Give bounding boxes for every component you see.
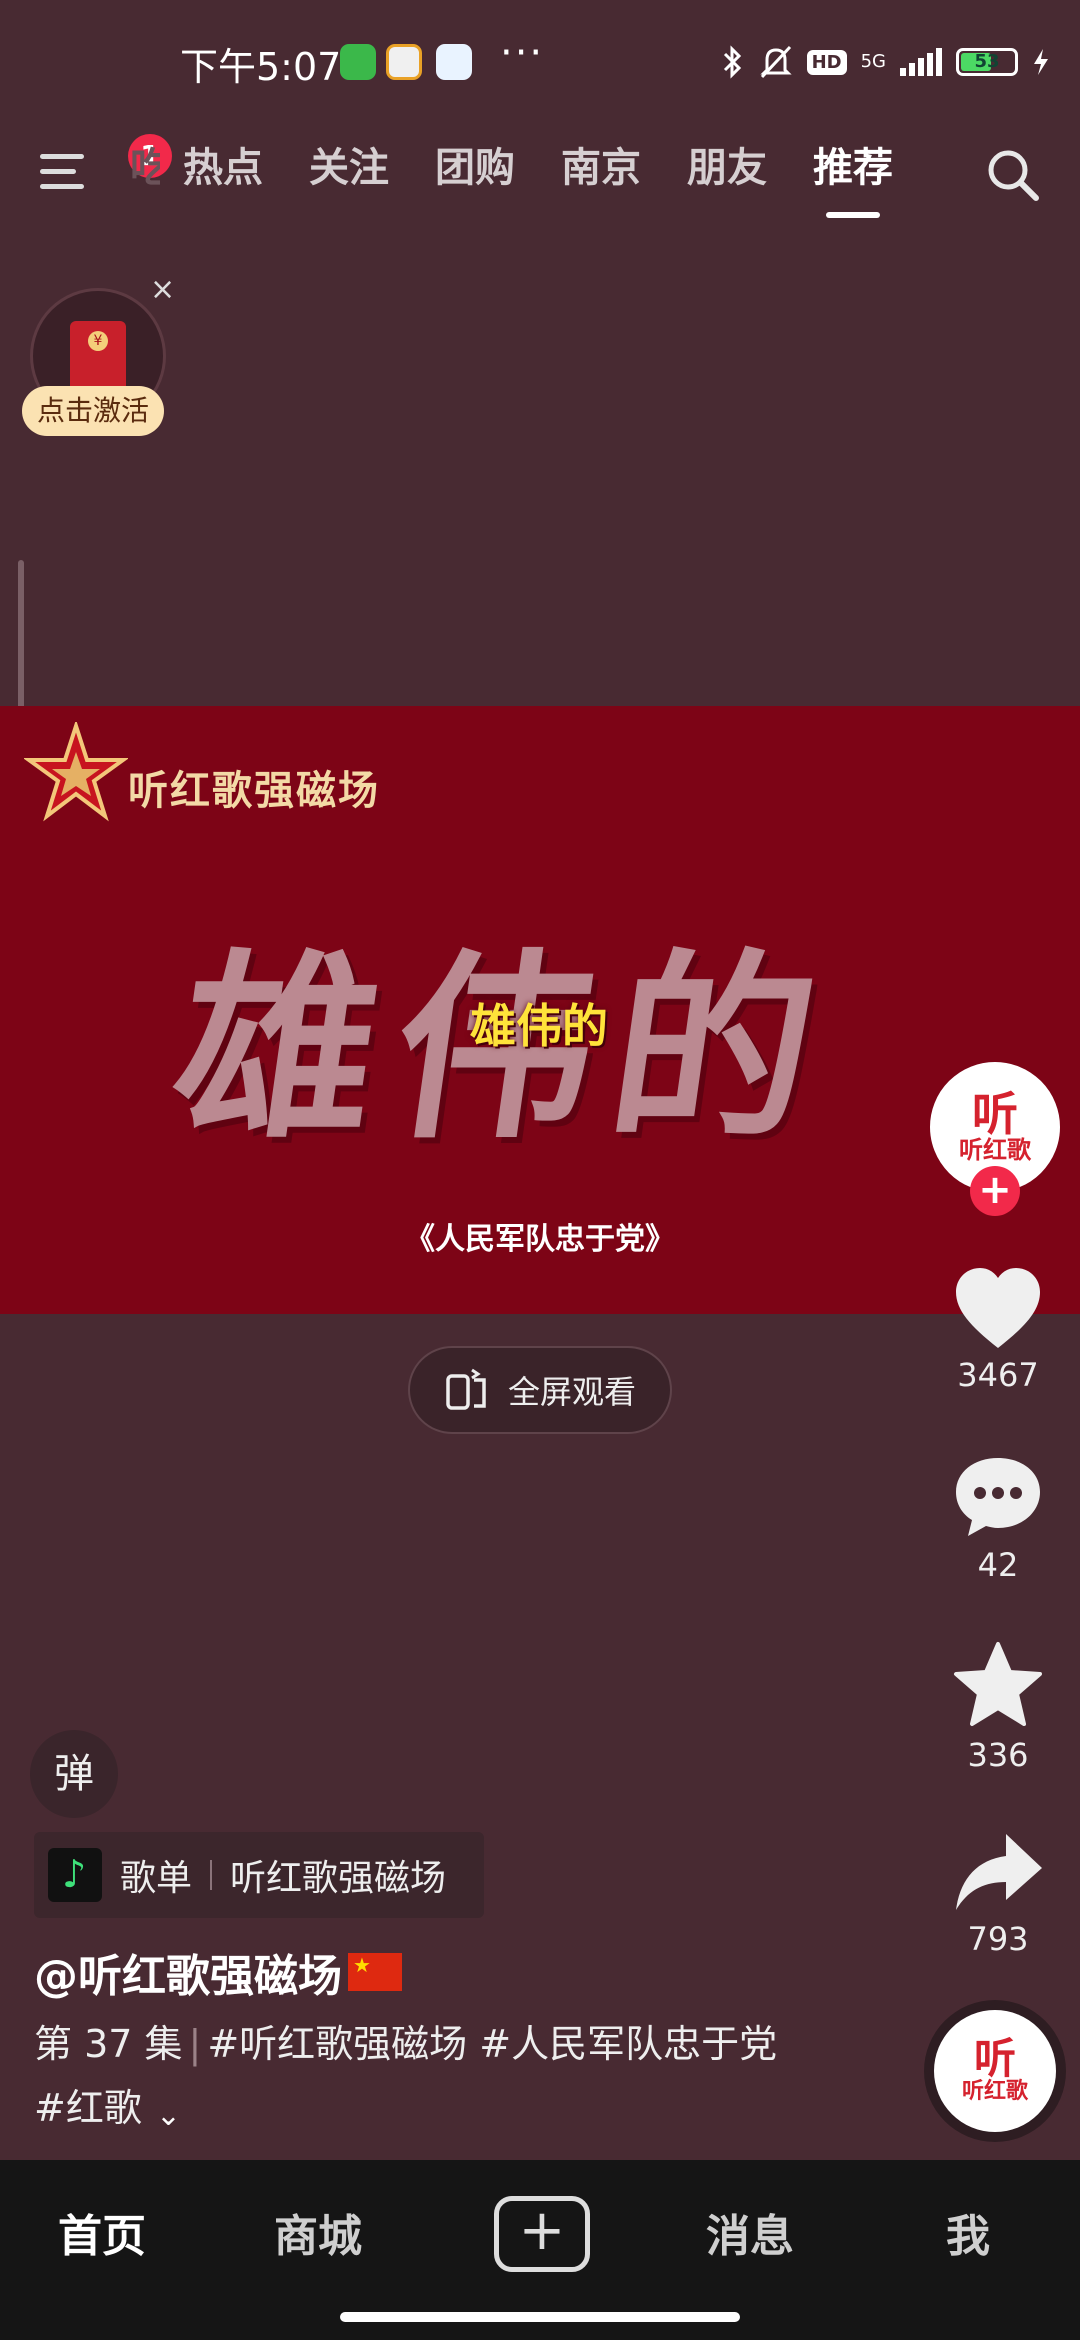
- china-flag-icon: [348, 1953, 402, 1991]
- tab-home[interactable]: 首页: [58, 2200, 146, 2264]
- comment-icon[interactable]: [950, 1452, 1046, 1542]
- battery-icon: 53: [956, 48, 1018, 76]
- 58-app-notification-icon: [386, 44, 422, 80]
- video-subtitle: 雄伟的: [470, 999, 608, 1053]
- episode-label: 第 37 集: [34, 2022, 183, 2066]
- playlist-label: 歌单: [120, 1858, 193, 1899]
- menu-icon-line: [40, 169, 76, 174]
- like-count: 3467: [957, 1356, 1039, 1394]
- share-count: 793: [967, 1920, 1029, 1958]
- comment-count: 42: [977, 1546, 1019, 1584]
- menu-button[interactable]: 1: [40, 134, 172, 198]
- expand-chevron-icon[interactable]: ⌄: [156, 2084, 181, 2148]
- menu-icon-line: [40, 184, 84, 189]
- activate-label: 点击激活: [22, 386, 164, 436]
- video-song-title: 《人民军队忠于党》: [405, 1222, 675, 1257]
- bluetooth-icon: [723, 45, 741, 79]
- more-notifications-icon: ···: [500, 30, 545, 76]
- favorite-count: 336: [967, 1736, 1029, 1774]
- battery-percent: 53: [974, 51, 1000, 72]
- like-heart-icon[interactable]: [950, 1264, 1046, 1354]
- favorite-star-icon[interactable]: [950, 1640, 1046, 1730]
- cloud-app-notification-icon: [436, 44, 472, 80]
- fullscreen-button[interactable]: 全屏观看: [408, 1346, 672, 1434]
- video-channel-watermark: 听红歌强磁场: [128, 768, 380, 814]
- close-icon[interactable]: ×: [150, 272, 175, 307]
- top-nav: 1 吃 热点 关注 团购 南京 朋友 推荐: [0, 120, 1080, 220]
- tab-mall[interactable]: 商城: [274, 2200, 362, 2264]
- create-button[interactable]: +: [494, 2196, 590, 2272]
- playlist-chip[interactable]: 歌单 听红歌强磁场: [34, 1832, 484, 1918]
- avatar-logo-text: 听红歌: [959, 1136, 1031, 1164]
- playlist-name: 听红歌强磁场: [230, 1858, 447, 1899]
- fullscreen-label: 全屏观看: [508, 1373, 637, 1411]
- status-bar: 下午5:07 ··· HD 5G 53: [0, 0, 1080, 120]
- charging-icon: [1034, 49, 1048, 75]
- search-icon[interactable]: [984, 146, 1040, 202]
- rotate-screen-icon: [446, 1368, 486, 1410]
- feed-scroll-indicator: [18, 560, 24, 720]
- hd-voice-icon: HD: [806, 49, 847, 75]
- wechat-notification-icon: [340, 44, 376, 80]
- danmaku-toggle[interactable]: 弹: [30, 1730, 118, 1818]
- video-player[interactable]: 听红歌强磁场 雄伟的 雄伟的 《人民军队忠于党》: [0, 706, 1080, 1314]
- music-note-icon: [48, 1848, 102, 1902]
- author-name[interactable]: @听红歌强磁场: [34, 1940, 402, 2004]
- tab-local[interactable]: 南京: [538, 128, 664, 208]
- tab-me[interactable]: 我: [946, 2200, 990, 2264]
- hashtags[interactable]: #听红歌强磁场 #人民军队忠于党: [207, 2022, 777, 2066]
- home-indicator: [340, 2312, 740, 2322]
- disc-logo-text: 听红歌: [961, 2079, 1028, 2104]
- network-type-label: 5G: [860, 51, 886, 72]
- tab-friends[interactable]: 朋友: [664, 128, 790, 208]
- tab-partial[interactable]: 吃: [130, 128, 160, 208]
- tab-recommended[interactable]: 推荐: [790, 128, 916, 218]
- share-arrow-icon[interactable]: [950, 1828, 1046, 1918]
- menu-icon-line: [40, 154, 84, 159]
- disc-logo-glyph: 听: [973, 2034, 1016, 2083]
- playlist-divider: [210, 1860, 213, 1890]
- status-indicators: HD 5G 53: [721, 40, 1050, 84]
- army-star-logo: [24, 722, 128, 822]
- author-handle: @听红歌强磁场: [34, 1951, 342, 2002]
- tab-following[interactable]: 关注: [286, 128, 412, 208]
- video-description[interactable]: 第 37 集 | #听红歌强磁场 #人民军队忠于党 #红歌 ⌄: [34, 2012, 854, 2144]
- tab-group-buy[interactable]: 团购: [412, 128, 538, 208]
- tab-messages[interactable]: 消息: [706, 2200, 794, 2264]
- hashtags-line2[interactable]: #红歌: [34, 2086, 142, 2130]
- follow-button[interactable]: +: [970, 1166, 1020, 1216]
- mute-bell-icon: [759, 45, 792, 79]
- music-disc[interactable]: 听 听红歌: [934, 2010, 1056, 2132]
- status-time: 下午5:07: [180, 45, 342, 89]
- tab-hot[interactable]: 热点: [160, 128, 286, 208]
- red-packet-promo[interactable]: 点击激活: [22, 288, 172, 448]
- feed-tabs: 吃 热点 关注 团购 南京 朋友 推荐: [130, 128, 916, 218]
- avatar-logo-glyph: 听: [972, 1087, 1018, 1141]
- signal-strength-icon: [900, 48, 942, 76]
